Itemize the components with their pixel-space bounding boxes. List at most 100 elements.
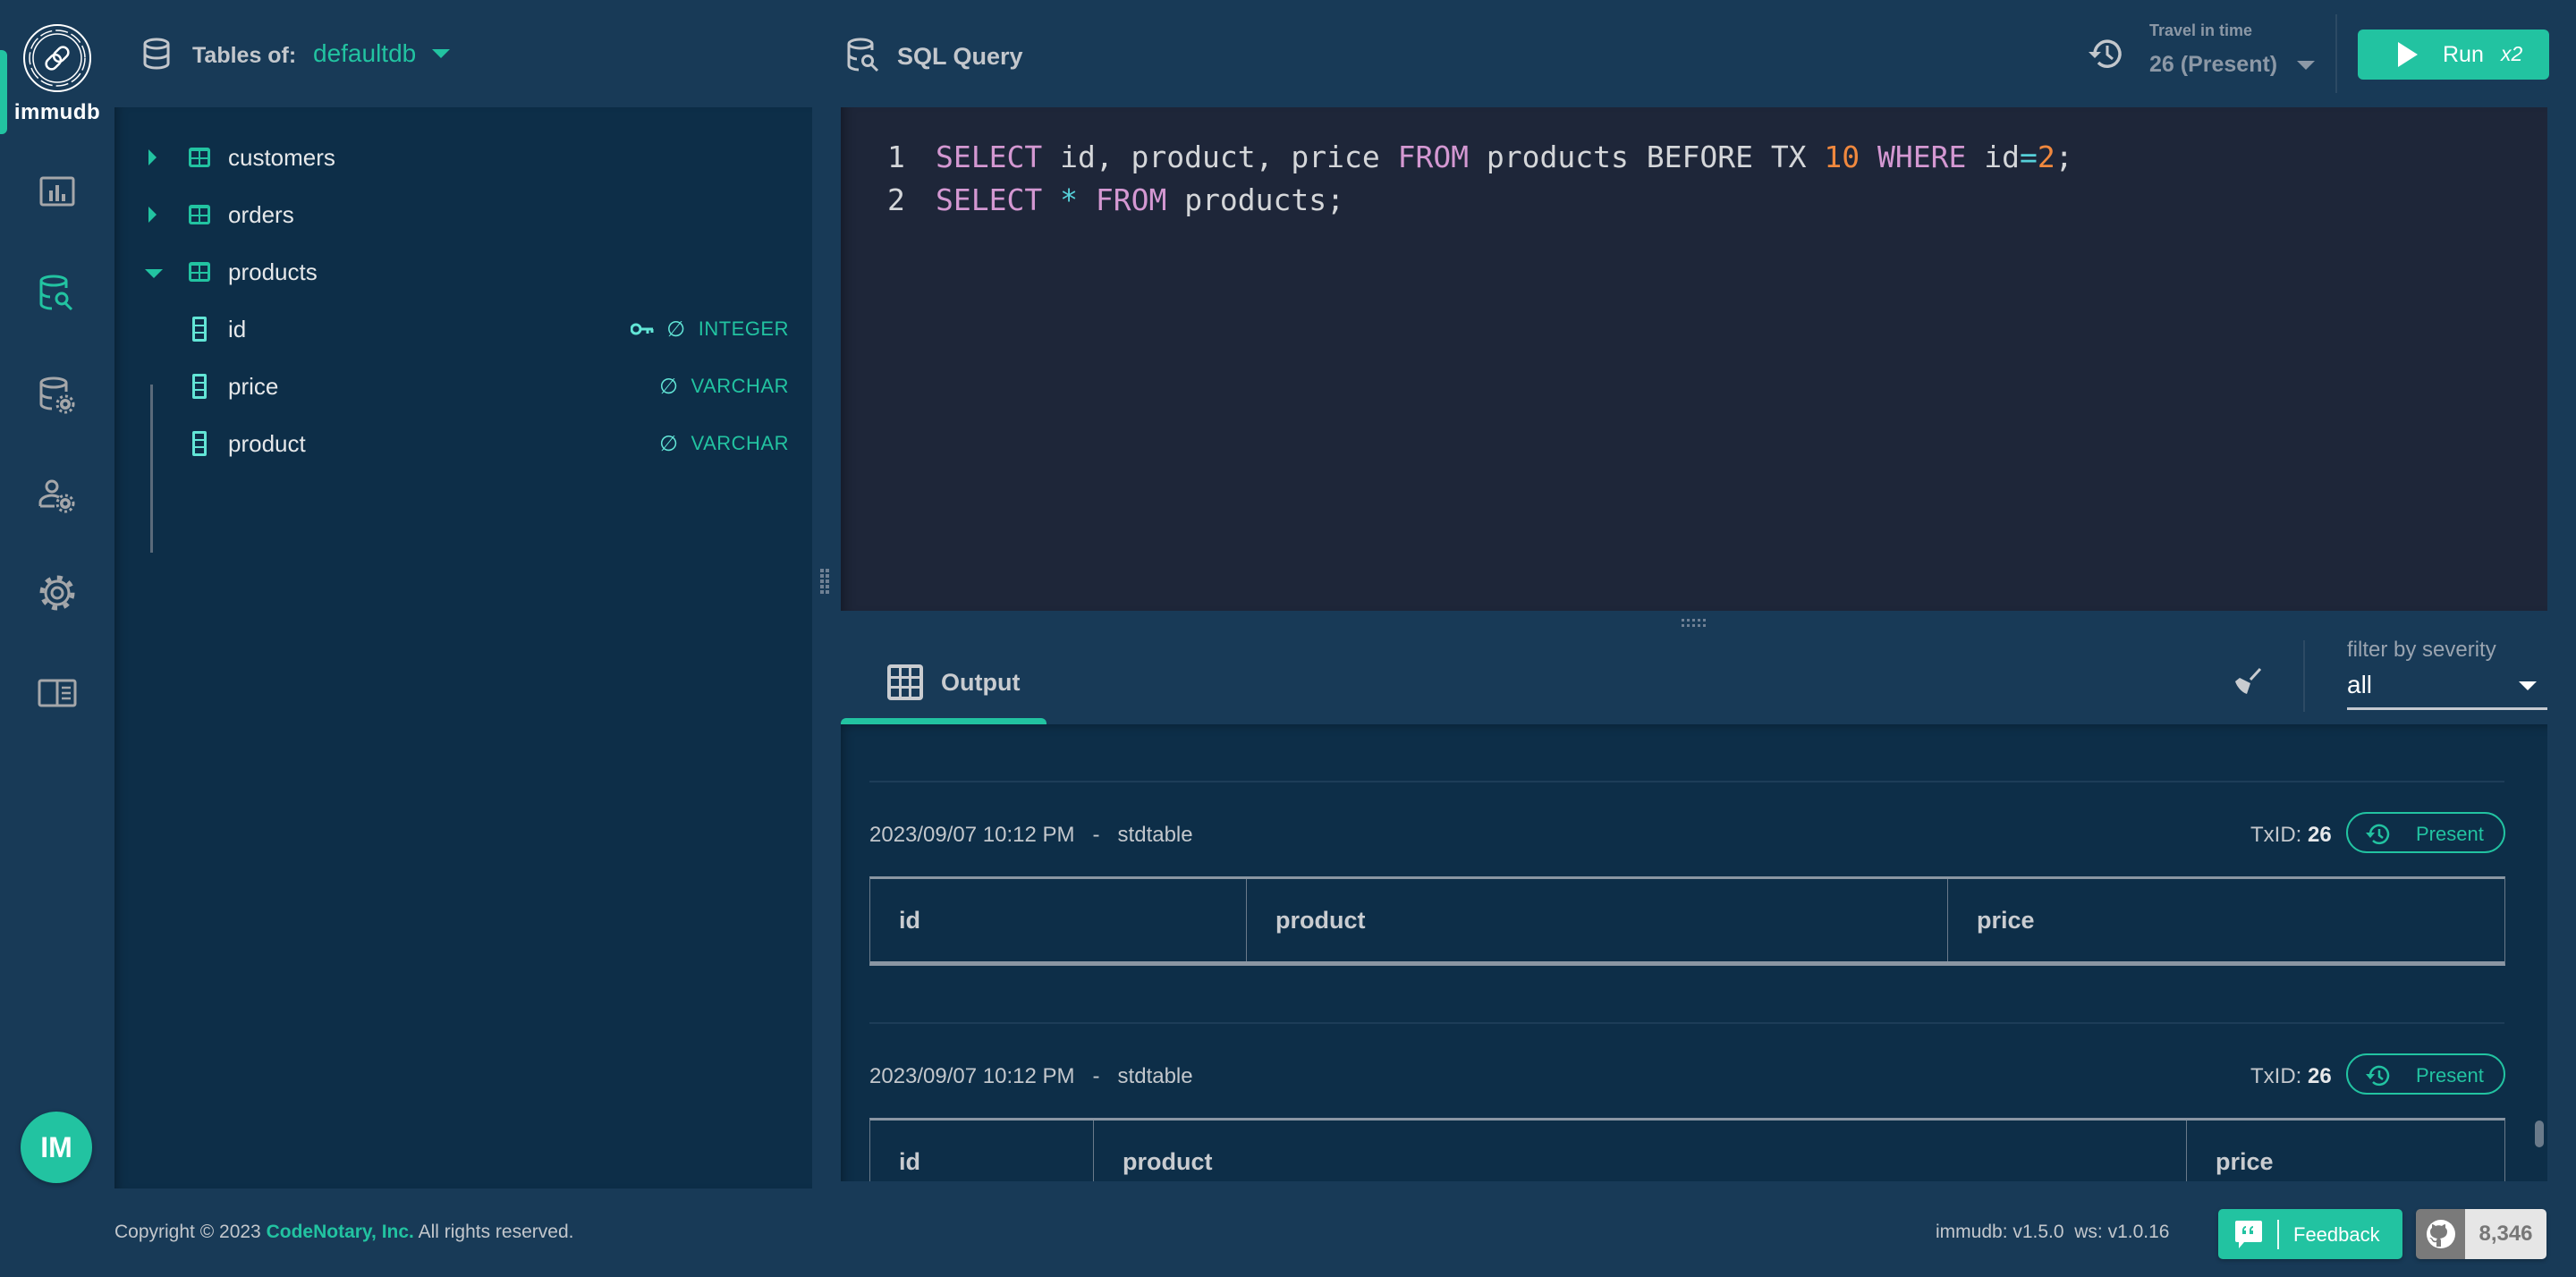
record-timestamp: 2023/09/07 10:12 PM [869, 1064, 1075, 1088]
column-type: VARCHAR [691, 375, 789, 397]
key-icon [631, 323, 654, 335]
database-icon [143, 38, 170, 70]
clear-output-broom-icon[interactable] [2233, 665, 2265, 698]
immudb-logo-icon[interactable] [22, 23, 92, 93]
line-number: 2 [887, 182, 905, 217]
meta-separator: - [1092, 1064, 1100, 1088]
chevron-down-icon [2519, 681, 2537, 690]
caret-right-icon[interactable] [148, 149, 157, 165]
nav-docs[interactable] [36, 672, 79, 715]
filter-severity-select[interactable]: all [2347, 669, 2547, 710]
tab-output[interactable]: Output [841, 644, 1046, 725]
present-badge[interactable]: Present [2346, 812, 2505, 853]
column-icon [192, 431, 207, 456]
table-name: products [228, 258, 318, 285]
column-header[interactable]: product [1247, 879, 1948, 961]
txid-value: 26 [2308, 1064, 2332, 1088]
txid-label: TxID: [2250, 823, 2302, 847]
header-divider [2335, 14, 2337, 93]
nav-users[interactable] [36, 475, 79, 518]
tree-table-orders[interactable]: orders [114, 188, 812, 241]
left-nav: immudb IM [0, 0, 114, 1277]
run-button[interactable]: Run x2 [2358, 30, 2549, 80]
tree-table-customers[interactable]: customers [114, 131, 812, 184]
txid-label: TxID: [2250, 1064, 2302, 1088]
history-icon [2089, 39, 2122, 68]
column-type: INTEGER [698, 317, 789, 340]
record-meta: 2023/09/07 10:12 PM - stdtable [869, 823, 1193, 848]
chevron-down-icon [2297, 60, 2316, 70]
record-timestamp: 2023/09/07 10:12 PM [869, 823, 1075, 847]
version-info: immudb: v1.5.0 ws: v1.0.16 [1936, 1222, 2169, 1243]
column-icon [192, 374, 207, 399]
grid-icon [887, 664, 923, 700]
column-icon [192, 317, 207, 342]
tree-column-price[interactable]: price ∅ VARCHAR [114, 359, 812, 413]
tab-output-label: Output [941, 669, 1021, 696]
horizontal-resize-handle[interactable] [1682, 619, 1706, 628]
column-name: id [228, 315, 247, 343]
run-label: Run [2443, 42, 2484, 67]
github-stars-button[interactable]: 8,346 [2416, 1209, 2546, 1259]
copyright-suffix: All rights reserved. [418, 1222, 574, 1242]
brand-name: immudb [13, 100, 101, 124]
present-badge[interactable]: Present [2346, 1053, 2505, 1095]
code-line-1: 1 SELECT id, product, price FROM products… [887, 140, 2073, 174]
record-source: stdtable [1117, 1064, 1193, 1088]
feedback-button[interactable]: Feedback [2218, 1209, 2402, 1259]
result-table: id product price [869, 876, 2505, 966]
column-header[interactable]: price [1948, 879, 2504, 961]
nav-settings[interactable] [36, 571, 79, 614]
record-source: stdtable [1117, 823, 1193, 847]
column-name: product [228, 429, 306, 457]
sql-editor[interactable]: 1 SELECT id, product, price FROM products… [841, 107, 2547, 611]
company-link[interactable]: CodeNotary, Inc. [267, 1222, 414, 1242]
tree-table-products[interactable]: products [114, 245, 812, 299]
output-panel: 2023/09/07 10:12 PM - stdtable TxID: 26 … [841, 724, 2547, 1181]
github-icon [2426, 1220, 2455, 1248]
table-name: orders [228, 200, 294, 228]
column-header[interactable]: id [870, 879, 1247, 961]
database-select[interactable]: defaultdb [313, 39, 451, 68]
nav-sql-query[interactable] [36, 272, 79, 315]
caret-down-icon[interactable] [145, 269, 163, 278]
feedback-divider [2277, 1220, 2279, 1249]
vertical-resize-handle[interactable] [820, 569, 833, 594]
tree-column-product[interactable]: product ∅ VARCHAR [114, 417, 812, 470]
column-header[interactable]: id [870, 1121, 1094, 1181]
travel-in-time-value: 26 (Present) [2149, 52, 2278, 77]
record-txid: TxID: 26 [2250, 1064, 2332, 1089]
database-search-icon [847, 38, 879, 72]
record-meta: 2023/09/07 10:12 PM - stdtable [869, 1064, 1193, 1089]
copyright: Copyright © 2023 CodeNotary, Inc. All ri… [114, 1222, 573, 1243]
ws-version: ws: v1.0.16 [2074, 1222, 2170, 1242]
nav-metrics[interactable] [36, 171, 79, 214]
github-stars-count: 8,346 [2465, 1209, 2546, 1259]
book-panel-icon [38, 679, 77, 707]
database-select-value: defaultdb [313, 39, 417, 67]
column-header[interactable]: product [1094, 1121, 2187, 1181]
sql-query-title: SQL Query [897, 43, 1023, 70]
chevron-down-icon [432, 49, 451, 58]
column-header[interactable]: price [2187, 1121, 2504, 1181]
filter-severity-label: filter by severity [2347, 638, 2496, 662]
result-table: id product price [869, 1118, 2505, 1181]
travel-in-time-select[interactable]: 26 (Present) [2149, 52, 2316, 78]
table-icon [189, 262, 210, 282]
tables-of-label: Tables of: [192, 43, 297, 68]
caret-right-icon[interactable] [148, 207, 157, 223]
table-name: customers [228, 143, 335, 171]
nullable-icon: ∅ [659, 374, 679, 399]
present-badge-label: Present [2416, 1064, 2484, 1087]
tree-column-id[interactable]: id ∅ INTEGER [114, 302, 812, 356]
bar-chart-icon [39, 176, 75, 207]
output-divider [2303, 640, 2305, 712]
record-separator [869, 1022, 2504, 1024]
nav-databases[interactable] [36, 374, 79, 417]
output-scrollbar[interactable] [2535, 1121, 2544, 1147]
travel-in-time-label: Travel in time [2149, 21, 2253, 39]
meta-separator: - [1092, 823, 1100, 847]
gear-icon [39, 575, 75, 611]
user-avatar[interactable]: IM [21, 1112, 92, 1183]
table-icon [189, 205, 210, 224]
